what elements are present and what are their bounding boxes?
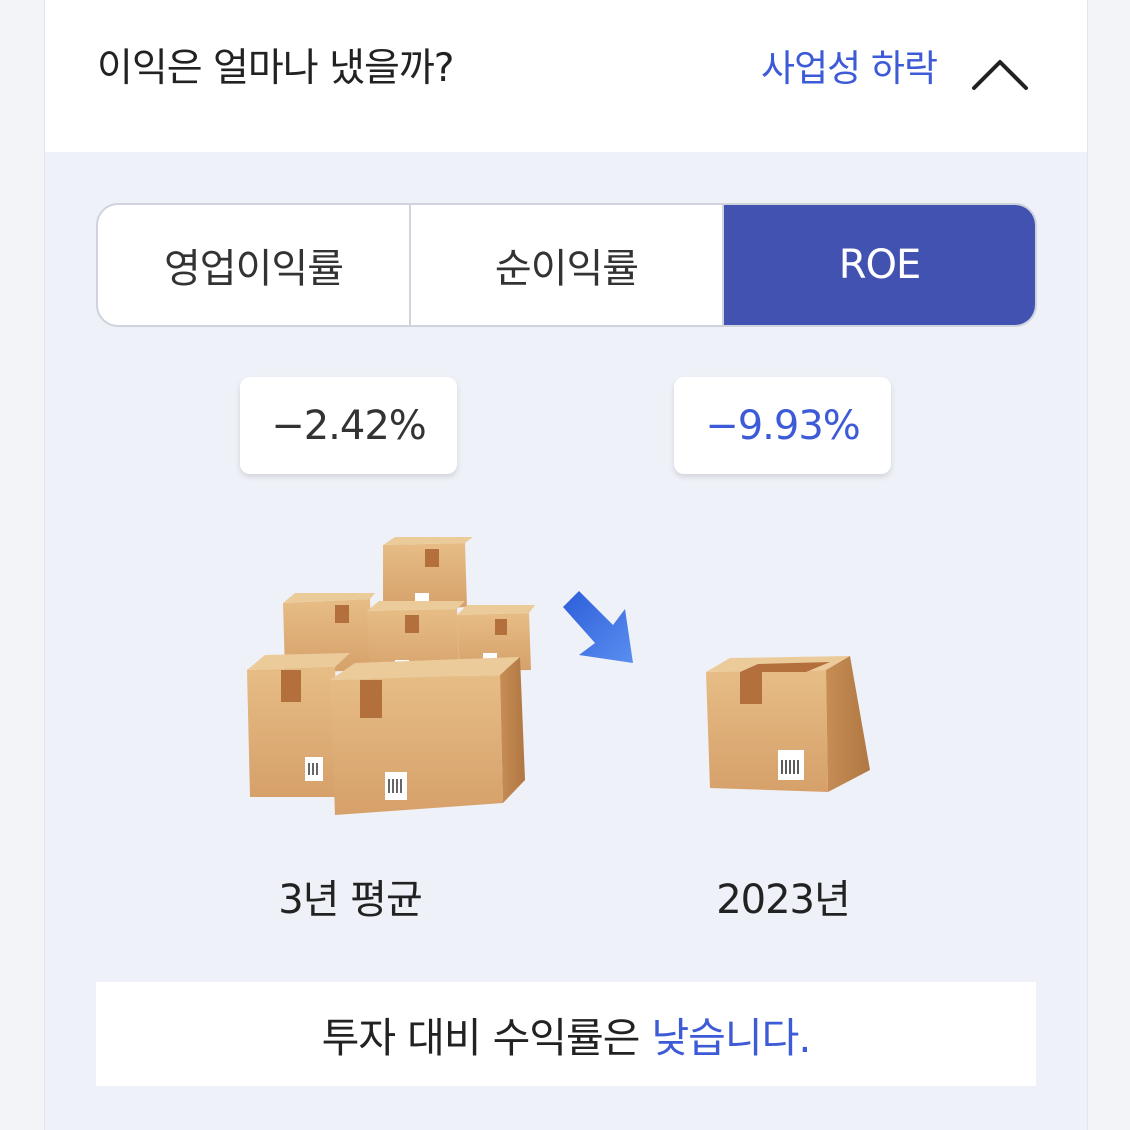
down-arrow-icon (563, 591, 633, 663)
chevron-up-icon[interactable] (969, 48, 1031, 98)
conclusion-text: 투자 대비 수익률은 (321, 1014, 641, 1062)
conclusion-banner: 투자 대비 수익률은 낮습니다. (96, 982, 1036, 1086)
tab-roe[interactable]: ROE (722, 205, 1035, 325)
three-year-average-label: 3년 평균 (278, 877, 423, 923)
three-year-average-value: −2.42% (240, 377, 457, 474)
tab-operating-margin[interactable]: 영업이익률 (98, 205, 409, 325)
single-box-icon (706, 656, 870, 792)
tab-net-margin[interactable]: 순이익률 (409, 205, 722, 325)
card-title: 이익은 얼마나 냈을까? (97, 46, 454, 91)
status-label: 사업성 하락 (761, 47, 938, 90)
profit-card: 이익은 얼마나 냈을까? 사업성 하락 영업이익률 순이익률 ROE −2.42… (44, 0, 1088, 1130)
card-header[interactable]: 이익은 얼마나 냈을까? 사업성 하락 (45, 0, 1087, 152)
stacked-boxes-icon (247, 537, 535, 815)
conclusion-highlight: 낮습니다. (651, 1014, 811, 1062)
year-2023-label: 2023년 (716, 877, 851, 923)
year-2023-value: −9.93% (674, 377, 891, 474)
metric-tabs: 영업이익률 순이익률 ROE (96, 203, 1037, 327)
